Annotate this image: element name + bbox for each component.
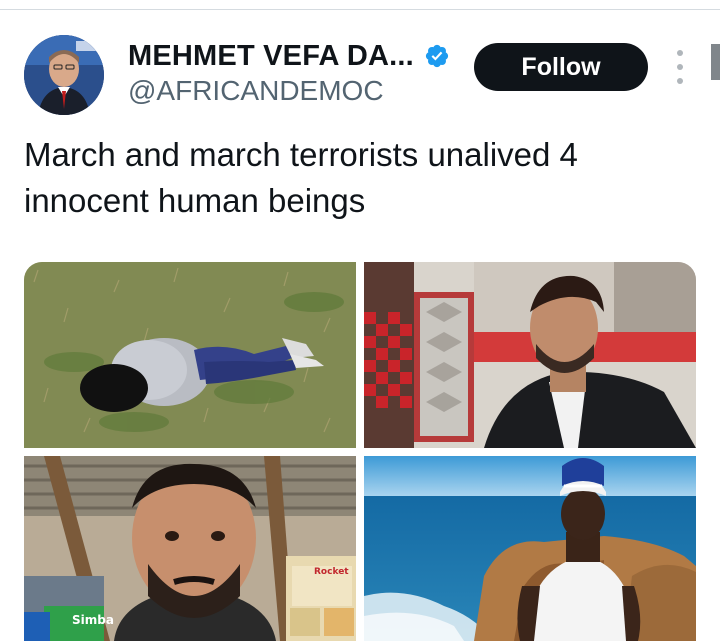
follow-button[interactable]: Follow — [474, 43, 648, 91]
photo-young-man-by-sea — [364, 456, 696, 641]
scrollbar-thumb[interactable] — [711, 44, 720, 80]
package-text-rocket: Rocket — [314, 567, 349, 577]
avatar-photo — [24, 35, 104, 115]
tweet-text-line: innocent human beings — [24, 182, 366, 219]
more-options-icon[interactable] — [670, 50, 690, 84]
package-text-simba: Simba — [72, 613, 114, 627]
tweet-text-line: March and march terrorists unalived 4 — [24, 136, 578, 173]
dot — [677, 64, 683, 70]
author-display-name[interactable]: MEHMET VEFA DA... — [128, 40, 414, 73]
top-divider — [0, 9, 720, 10]
media-photo-3[interactable]: Simba Rocket — [24, 456, 356, 641]
author-name-row[interactable]: MEHMET VEFA DA... — [128, 37, 450, 75]
verified-badge-icon — [425, 44, 449, 68]
photo-man-in-cafe — [364, 262, 696, 448]
media-photo-2[interactable] — [364, 262, 696, 448]
media-photo-1[interactable] — [24, 262, 356, 448]
photo-man-selfie-in-shop: Simba Rocket — [24, 456, 356, 641]
media-photo-4[interactable] — [364, 456, 696, 641]
dot — [677, 50, 683, 56]
author-avatar[interactable] — [24, 35, 104, 115]
author-handle[interactable]: @AFRICANDEMOC — [128, 75, 384, 107]
photo-victim-on-grass — [24, 262, 356, 448]
tweet-card: MEHMET VEFA DA... @AFRICANDEMOC Follow M… — [0, 0, 720, 641]
tweet-text: March and march terrorists unalived 4 in… — [24, 132, 684, 224]
dot — [677, 78, 683, 84]
